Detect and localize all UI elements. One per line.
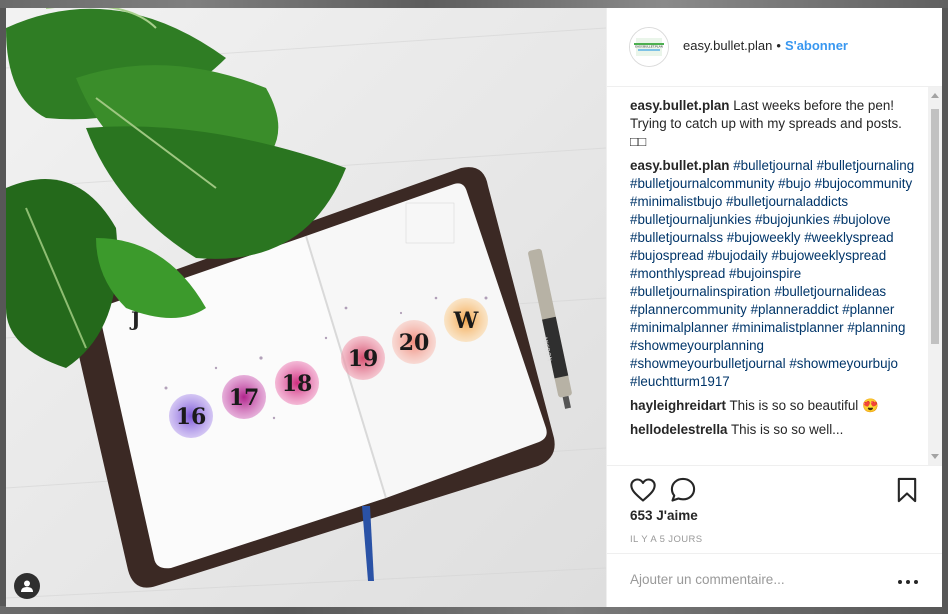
hashtag-link[interactable]: #planner — [842, 302, 894, 317]
hashtag-link[interactable]: #bujoinspire — [729, 266, 801, 281]
comment-username[interactable]: easy.bullet.plan — [630, 158, 729, 173]
avatar-text: EASY.BULLET.PLAN — [635, 45, 663, 49]
comment-username[interactable]: hayleighreidart — [630, 398, 726, 413]
comment-text: This is so so beautiful 😍 — [729, 398, 879, 413]
hashtag-link[interactable]: #weeklyspread — [804, 230, 893, 245]
hashtag-link[interactable]: #minimalplanner — [630, 320, 728, 335]
date-17: 17 — [229, 385, 260, 411]
date-w: W — [453, 308, 479, 334]
comment-hashtags: easy.bullet.plan #bulletjournal #bulletj… — [630, 157, 918, 391]
photo-illustration: J 16 17 18 19 20 W MICRON — [6, 8, 606, 607]
hashtag-link[interactable]: #planneraddict — [751, 302, 839, 317]
comment-caption: easy.bullet.plan Last weeks before the p… — [630, 97, 918, 151]
header-separator: • — [776, 38, 781, 53]
hashtag-link[interactable]: #bulletjournalss — [630, 230, 723, 245]
hashtag-link[interactable]: #bulletjournalinspiration — [630, 284, 771, 299]
date-16: 16 — [176, 404, 207, 430]
hashtag-link[interactable]: #planning — [847, 320, 905, 335]
tag-people-button[interactable] — [14, 573, 40, 599]
comment-reply: hayleighreidart This is so so beautiful … — [630, 397, 918, 415]
comments-list[interactable]: easy.bullet.plan Last weeks before the p… — [607, 87, 942, 465]
avatar-image: EASY.BULLET.PLAN — [630, 28, 668, 66]
add-comment-bar — [607, 553, 942, 608]
comment-username[interactable]: hellodelestrella — [630, 422, 728, 437]
comment-icon[interactable] — [669, 476, 697, 504]
likes-count[interactable]: 653 J'aime — [630, 508, 698, 523]
avatar[interactable]: EASY.BULLET.PLAN — [629, 27, 669, 67]
hashtag-link[interactable]: #leuchtturm1917 — [630, 374, 730, 389]
follow-button[interactable]: S'abonner — [785, 38, 848, 53]
hashtag-link[interactable]: #bulletjournalideas — [774, 284, 886, 299]
comment-reply: hellodelestrella This is so so well... — [630, 421, 918, 439]
hashtag-link[interactable]: #plannercommunity — [630, 302, 747, 317]
add-comment-input[interactable] — [630, 566, 870, 592]
comment-text: This is so so well... — [730, 422, 844, 437]
date-19: 19 — [348, 346, 379, 372]
bookmark-icon[interactable] — [893, 476, 921, 504]
date-18: 18 — [282, 371, 313, 397]
hashtag-list: #bulletjournal #bulletjournaling #bullet… — [630, 158, 914, 389]
hashtag-link[interactable]: #bujospread — [630, 248, 704, 263]
tag-people-icon — [21, 580, 33, 592]
post-modal: J 16 17 18 19 20 W MICRON EASY.BULLET.PL… — [6, 8, 942, 607]
post-header: EASY.BULLET.PLAN easy.bullet.plan • S'abon… — [607, 8, 942, 87]
hashtag-link[interactable]: #monthlyspread — [630, 266, 725, 281]
hashtag-link[interactable]: #showmeyourbulletjournal — [630, 356, 786, 371]
hashtag-link[interactable]: #showmeyourplanning — [630, 338, 764, 353]
hashtag-link[interactable]: #bujodaily — [707, 248, 767, 263]
hashtag-link[interactable]: #showmeyourbujo — [789, 356, 898, 371]
more-options-icon[interactable] — [898, 579, 918, 585]
date-20: 20 — [399, 330, 430, 356]
hashtag-link[interactable]: #bulletjournal — [733, 158, 813, 173]
hashtag-link[interactable]: #bujojunkies — [755, 212, 829, 227]
post-photo[interactable]: J 16 17 18 19 20 W MICRON — [6, 8, 606, 607]
header-user-line: easy.bullet.plan • S'abonner — [683, 38, 848, 53]
comment-username[interactable]: easy.bullet.plan — [630, 98, 729, 113]
hashtag-link[interactable]: #minimalistbujo — [630, 194, 722, 209]
hashtag-link[interactable]: #minimalistplanner — [732, 320, 844, 335]
scroll-thumb[interactable] — [931, 109, 939, 344]
hashtag-link[interactable]: #bujo — [778, 176, 811, 191]
hashtag-link[interactable]: #bulletjournalcommunity — [630, 176, 774, 191]
hashtag-link[interactable]: #bujoweeklyspread — [772, 248, 887, 263]
hashtag-link[interactable]: #bujoweekly — [727, 230, 801, 245]
scroll-down-arrow[interactable] — [931, 454, 939, 459]
post-side-panel: EASY.BULLET.PLAN easy.bullet.plan • S'abon… — [606, 8, 942, 607]
header-username[interactable]: easy.bullet.plan — [683, 38, 772, 53]
hashtag-link[interactable]: #bulletjournaladdicts — [726, 194, 848, 209]
hashtag-link[interactable]: #bujocommunity — [815, 176, 913, 191]
hashtag-link[interactable]: #bulletjournaljunkies — [630, 212, 751, 227]
background-strip-top — [0, 0, 948, 8]
hashtag-link[interactable]: #bulletjournaling — [817, 158, 915, 173]
post-timestamp[interactable]: IL Y A 5 JOURS — [630, 534, 703, 545]
scroll-up-arrow[interactable] — [931, 93, 939, 98]
heart-icon[interactable] — [629, 476, 657, 504]
comments-scrollbar[interactable] — [928, 87, 942, 465]
hashtag-link[interactable]: #bujolove — [833, 212, 890, 227]
